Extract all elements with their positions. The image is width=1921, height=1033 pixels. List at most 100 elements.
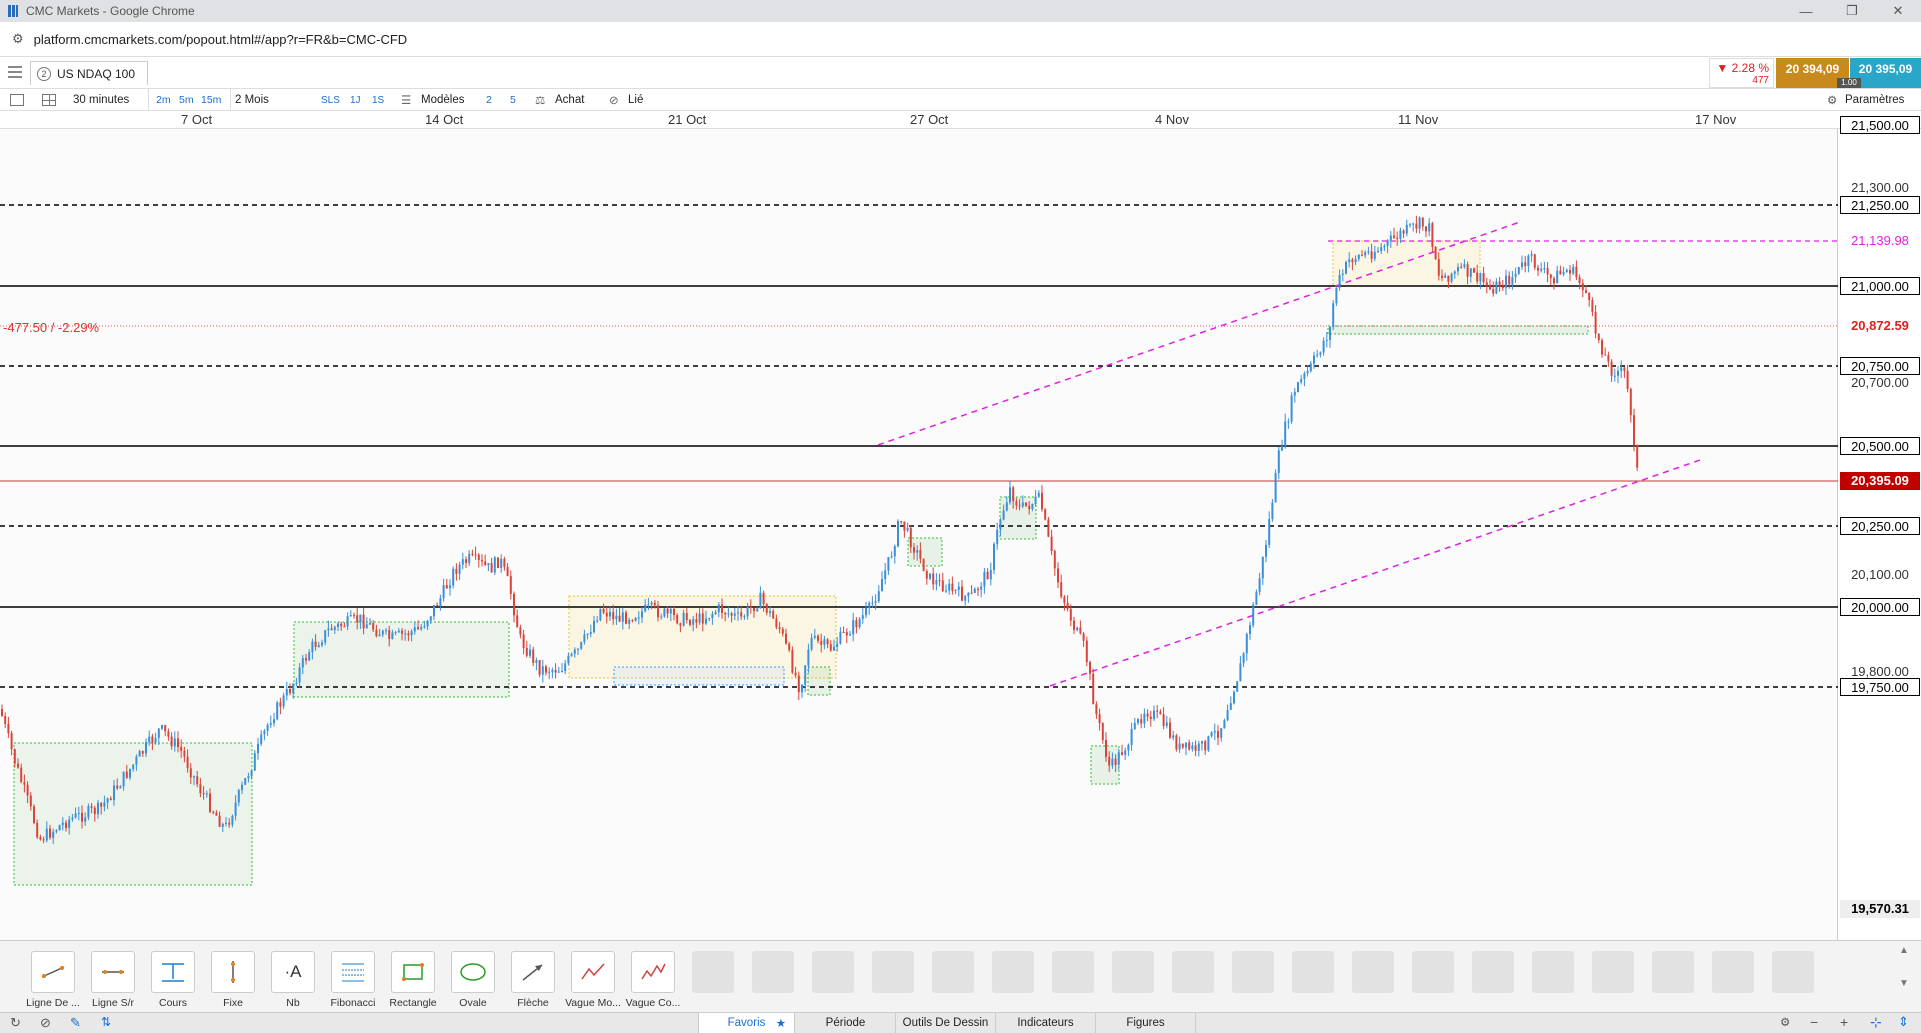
- templates-button[interactable]: Modèles: [421, 89, 464, 111]
- quick-range-sls[interactable]: SLS: [321, 89, 340, 111]
- candle-body: [1117, 752, 1120, 765]
- candle-body: [737, 612, 739, 614]
- candle-body: [1370, 251, 1373, 259]
- candle-body: [97, 802, 99, 815]
- candle-body: [362, 614, 365, 629]
- restore-button[interactable]: ❐: [1829, 0, 1875, 22]
- tool-wave-motive[interactable]: Vague Mo...: [563, 951, 623, 1009]
- candle-body: [439, 598, 442, 607]
- candle-body: [1044, 509, 1047, 520]
- zone-rectangle[interactable]: [1327, 325, 1589, 335]
- tool-fixed[interactable]: Fixe: [203, 951, 263, 1009]
- candle-body: [346, 616, 349, 627]
- candle-body: [49, 828, 51, 838]
- tab-period[interactable]: Période: [796, 1013, 896, 1033]
- layout-grid-icon[interactable]: [42, 89, 56, 111]
- linked-button[interactable]: Lié: [628, 89, 643, 111]
- quick-range-1j[interactable]: 1J: [350, 89, 361, 111]
- order-side-icon[interactable]: ⚖: [535, 89, 545, 111]
- candle-body: [324, 630, 327, 643]
- candle-body: [122, 771, 125, 787]
- candle-body: [1143, 713, 1146, 724]
- candle-body: [1527, 255, 1530, 267]
- flask-icon[interactable]: ⚙: [1780, 1015, 1790, 1029]
- instrument-tab[interactable]: 2 US NDAQ 100: [30, 61, 148, 85]
- tab-favorites[interactable]: Favoris ★: [698, 1013, 795, 1033]
- minimize-button[interactable]: —: [1783, 0, 1829, 22]
- price-chart[interactable]: -477.50 / -2.29%: [0, 129, 1838, 940]
- swap-icon[interactable]: ⇅: [101, 1015, 111, 1029]
- crosshair-icon[interactable]: ⊹: [1870, 1014, 1882, 1031]
- quick-range-1s[interactable]: 1S: [372, 89, 384, 111]
- site-info-icon[interactable]: ⚙: [12, 31, 24, 47]
- tools-scrollbar[interactable]: ▲ ▼: [1897, 945, 1911, 1005]
- zone-rectangle[interactable]: [807, 666, 831, 696]
- candle-body: [141, 751, 144, 754]
- candle-body: [157, 728, 160, 738]
- tool-fibonacci[interactable]: Fibonacci: [323, 951, 383, 1009]
- num-5-button[interactable]: 5: [510, 89, 516, 111]
- tab-figures[interactable]: Figures: [1096, 1013, 1196, 1033]
- tool-price[interactable]: Cours: [143, 951, 203, 1009]
- settings-button[interactable]: Paramètres: [1845, 89, 1904, 111]
- candle-body: [548, 671, 551, 673]
- quick-interval-2m[interactable]: 2m: [156, 89, 171, 111]
- num-2-button[interactable]: 2: [486, 89, 492, 111]
- tool-sr-line[interactable]: Ligne S/r: [83, 951, 143, 1009]
- candle-body: [1127, 744, 1130, 751]
- candle-body: [740, 612, 743, 617]
- candle-body: [1089, 662, 1091, 674]
- plus-icon[interactable]: +: [1840, 1014, 1848, 1030]
- candle-body: [1015, 501, 1018, 506]
- tool-oval[interactable]: Ovale: [443, 951, 503, 1009]
- candle-body: [730, 613, 733, 616]
- tool-trendline[interactable]: Ligne De ...: [23, 951, 83, 1009]
- refresh-icon[interactable]: ↻: [10, 1015, 21, 1031]
- linked-icon[interactable]: ⊘: [609, 89, 619, 111]
- address-bar[interactable]: ⚙ platform.cmcmarkets.com/popout.html#/a…: [0, 22, 1921, 57]
- tool-rectangle[interactable]: Rectangle: [383, 951, 443, 1009]
- candle-body: [1319, 352, 1322, 355]
- candle-body: [1425, 226, 1427, 232]
- interval-select[interactable]: 30 minutes: [73, 89, 149, 111]
- channel-lower-line[interactable]: [1049, 459, 1701, 687]
- cancel-icon[interactable]: ⊘: [40, 1015, 51, 1031]
- price-label: 20,750.00: [1840, 357, 1920, 375]
- candle-body: [577, 648, 579, 650]
- settings-icon[interactable]: ⚙: [1827, 89, 1837, 111]
- candle-body: [1223, 720, 1226, 729]
- range-select[interactable]: 2 Mois: [230, 89, 316, 111]
- pencil-icon[interactable]: ✎: [70, 1015, 81, 1031]
- zone-rectangle[interactable]: [613, 666, 785, 686]
- close-button[interactable]: ✕: [1875, 0, 1921, 22]
- tool-arrow[interactable]: Flèche: [503, 951, 563, 1009]
- tab-drawing-tools[interactable]: Outils De Dessin: [896, 1013, 996, 1033]
- chart-canvas[interactable]: -477.50 / -2.29%: [0, 129, 1838, 940]
- quick-interval-15m[interactable]: 15m: [201, 89, 221, 111]
- tool-label: Fibonacci: [330, 997, 376, 1009]
- tool-wave-corrective[interactable]: Vague Co...: [623, 951, 683, 1009]
- candle-body: [1377, 251, 1379, 253]
- zone-rectangle[interactable]: [999, 496, 1037, 540]
- url-text[interactable]: platform.cmcmarkets.com/popout.html#/app…: [34, 32, 408, 47]
- candle-body: [970, 592, 973, 594]
- candle-body: [554, 669, 557, 673]
- candle-body: [1514, 273, 1517, 278]
- minus-icon[interactable]: −: [1810, 1014, 1818, 1030]
- templates-icon[interactable]: ☰: [401, 89, 411, 111]
- date-tick: 7 Oct: [181, 112, 213, 127]
- menu-icon[interactable]: [8, 66, 22, 78]
- tab-indicators[interactable]: Indicateurs: [996, 1013, 1096, 1033]
- tool-text[interactable]: ·A Nb: [263, 951, 323, 1009]
- vertical-split-icon[interactable]: ⇕: [1898, 1014, 1909, 1030]
- candle-body: [215, 812, 218, 816]
- tool-label: Ligne S/r: [91, 997, 135, 1009]
- quick-interval-5m[interactable]: 5m: [179, 89, 194, 111]
- candle-body: [42, 839, 45, 841]
- candle-body: [365, 624, 368, 629]
- order-side-button[interactable]: Achat: [555, 89, 584, 111]
- candle-body: [570, 653, 573, 656]
- candle-body: [708, 617, 711, 619]
- candle-body: [1178, 743, 1181, 750]
- chart-list-icon[interactable]: [10, 89, 24, 111]
